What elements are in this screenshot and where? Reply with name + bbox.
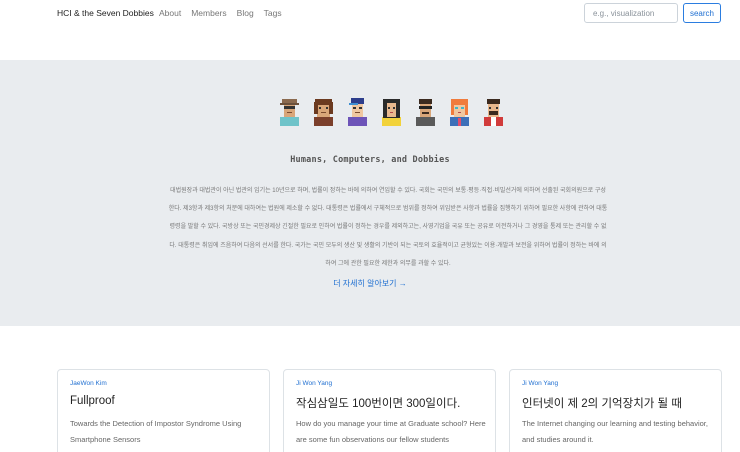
card-title[interactable]: 인터넷이 제 2의 기억장치가 될 때	[522, 395, 682, 411]
card-author[interactable]: Ji Won Yang	[296, 380, 332, 387]
card-title[interactable]: Fullproof	[70, 395, 115, 407]
post-card[interactable]: Ji Won Yang 인터넷이 제 2의 기억장치가 될 때 The Inte…	[509, 369, 722, 452]
card-description: Towards the Detection of Impostor Syndro…	[70, 419, 242, 444]
learn-more-link[interactable]: 더 자세히 알아보기 →	[0, 278, 740, 289]
nav-link-blog[interactable]: Blog	[237, 8, 254, 18]
card-description: The Internet changing our learning and t…	[522, 419, 708, 444]
brand-link[interactable]: HCI & the Seven Dobbies	[57, 8, 154, 18]
avatar	[280, 99, 299, 126]
search-button[interactable]: search	[683, 3, 721, 23]
card-author[interactable]: JaeWon Kim	[70, 380, 107, 387]
post-card[interactable]: Ji Won Yang 작심삼일도 100번이면 300일이다. How do …	[283, 369, 496, 452]
hero-description: 대법원장과 대법관이 아닌 법관의 임기는 10년으로 하며, 법률이 정하는 …	[168, 188, 608, 267]
avatar-row	[276, 96, 507, 126]
avatar	[450, 99, 469, 126]
card-description: How do you manage your time at Graduate …	[296, 419, 486, 444]
navbar: HCI & the Seven Dobbies About Members Bl…	[0, 0, 740, 30]
hero-section: Humans, Computers, and Dobbies 대법원장과 대법관…	[0, 60, 740, 326]
hero-title: Humans, Computers, and Dobbies	[290, 155, 450, 165]
avatar	[484, 99, 503, 126]
avatar	[416, 99, 435, 126]
post-card[interactable]: JaeWon Kim Fullproof Towards the Detecti…	[57, 369, 270, 452]
nav-link-about[interactable]: About	[159, 8, 181, 18]
search-input[interactable]	[584, 3, 678, 23]
avatar	[348, 98, 367, 126]
nav-links: About Members Blog Tags	[159, 8, 282, 18]
nav-link-members[interactable]: Members	[191, 8, 226, 18]
avatar	[314, 99, 333, 126]
card-title[interactable]: 작심삼일도 100번이면 300일이다.	[296, 395, 460, 411]
avatar	[382, 99, 401, 126]
card-author[interactable]: Ji Won Yang	[522, 380, 558, 387]
nav-link-tags[interactable]: Tags	[264, 8, 282, 18]
